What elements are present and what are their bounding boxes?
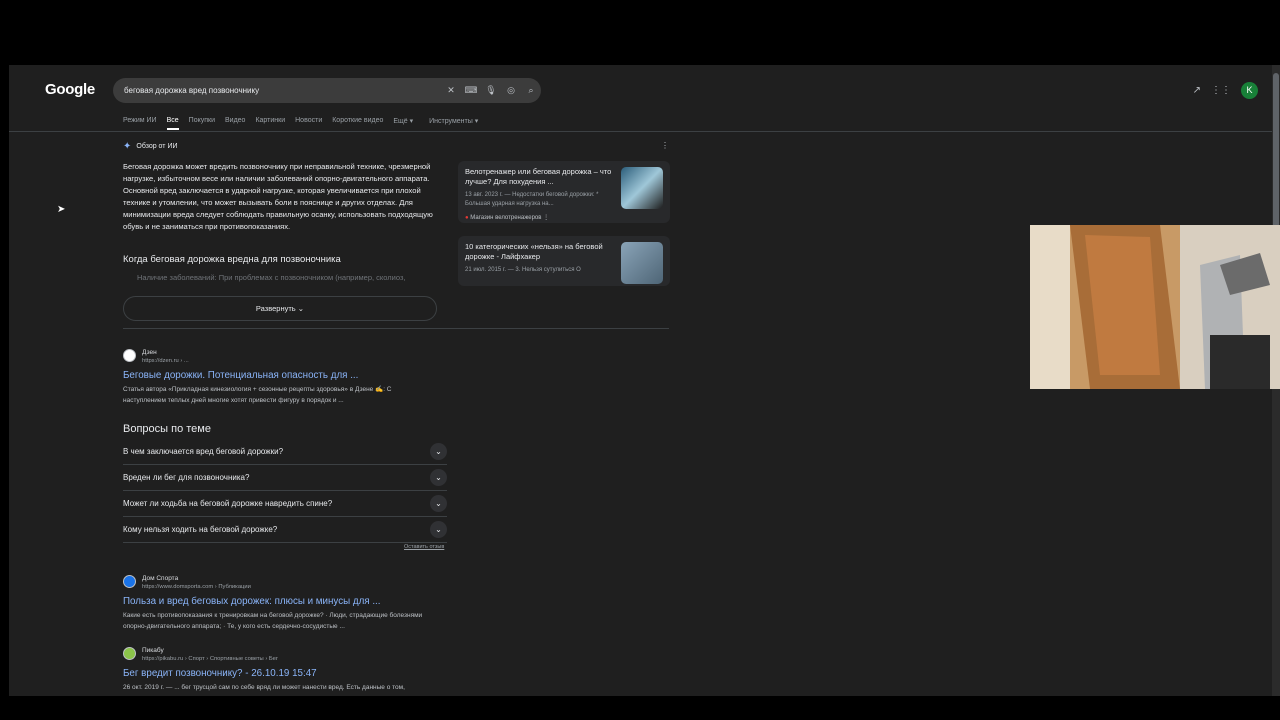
- google-logo[interactable]: Google: [45, 81, 95, 98]
- tab-shopping[interactable]: Покупки: [189, 117, 215, 130]
- chevron-down-icon[interactable]: ⌄: [430, 521, 447, 538]
- more-options-icon[interactable]: ⋮: [661, 141, 669, 150]
- webcam-image: [1030, 225, 1280, 389]
- expand-label: Развернуть: [255, 304, 296, 313]
- result-title-link[interactable]: Польза и вред беговых дорожек: плюсы и м…: [123, 596, 381, 607]
- search-tabs: Режим ИИ Все Покупки Видео Картинки Ново…: [123, 117, 478, 130]
- paa-question[interactable]: Может ли ходьба на беговой дорожке навре…: [123, 491, 447, 517]
- result-title-link[interactable]: Бег вредит позвоночнику? - 26.10.19 15:4…: [123, 668, 317, 679]
- result-url[interactable]: https://pikabu.ru › Спорт › Спортивные с…: [142, 656, 278, 662]
- search-icon[interactable]: ⌕: [521, 85, 541, 96]
- ai-overview-title: Обзор от ИИ: [136, 143, 178, 150]
- search-bar[interactable]: беговая дорожка вред позвоночнику ✕ ⌨ 🎙 …: [113, 78, 541, 103]
- tab-news[interactable]: Новости: [295, 117, 322, 130]
- card-thumbnail: [621, 242, 663, 284]
- result-url[interactable]: https://www.domsporta.com › Публикации: [142, 584, 251, 590]
- result-snippet: Статья автора «Прикладная кинезиология +…: [123, 386, 392, 404]
- card-meta: 21 июл. 2015 г. — 3. Нельзя сутулиться О: [465, 267, 581, 273]
- ai-source-card[interactable]: 10 категорических «нельзя» на беговой до…: [458, 236, 670, 286]
- card-meta: 13 авг. 2023 г. — Недостатки беговой дор…: [465, 192, 599, 207]
- keyboard-icon[interactable]: ⌨: [461, 85, 481, 96]
- feedback-link[interactable]: Оставить отзыв: [404, 544, 444, 550]
- card-title: Велотренажер или беговая дорожка – что л…: [465, 167, 612, 186]
- result-site: Дом Спорта: [142, 575, 179, 582]
- paa-question-text: Кому нельзя ходить на беговой дорожке?: [123, 525, 278, 534]
- paa-question[interactable]: В чем заключается вред беговой дорожки? …: [123, 439, 447, 465]
- tab-ai-mode[interactable]: Режим ИИ: [123, 117, 157, 130]
- share-icon[interactable]: ↗: [1193, 85, 1201, 96]
- tab-short-videos[interactable]: Короткие видео: [332, 117, 383, 130]
- pikabu-icon: [123, 647, 136, 660]
- tab-all[interactable]: Все: [166, 117, 179, 130]
- chevron-down-icon[interactable]: ⌄: [430, 495, 447, 512]
- tab-images[interactable]: Картинки: [255, 117, 285, 130]
- webcam-overlay: [1030, 225, 1280, 389]
- card-title: 10 категорических «нельзя» на беговой до…: [465, 242, 603, 261]
- card-source: ● Магазин велотренажеров ⋮: [465, 215, 550, 221]
- mic-icon[interactable]: 🎙: [481, 85, 501, 96]
- avatar[interactable]: K: [1241, 82, 1258, 99]
- ai-overview-faded-item: Наличие заболеваний: При проблемах с поз…: [137, 273, 406, 282]
- chevron-down-icon[interactable]: ⌄: [430, 469, 447, 486]
- domsporta-icon: [123, 575, 136, 588]
- result-snippet: 26 окт. 2019 г. — ... бег трусцой сам по…: [123, 684, 405, 691]
- tab-video[interactable]: Видео: [225, 117, 245, 130]
- mouse-cursor-icon: ➤: [57, 204, 66, 215]
- people-also-ask-title: Вопросы по теме: [123, 423, 211, 435]
- paa-question-text: В чем заключается вред беговой дорожки?: [123, 447, 284, 456]
- expand-button[interactable]: Развернуть ⌄: [123, 296, 437, 321]
- paa-question[interactable]: Вреден ли бег для позвоночника? ⌄: [123, 465, 447, 491]
- tab-more[interactable]: Ещё ▾: [393, 117, 413, 130]
- header-divider: [9, 131, 1272, 132]
- paa-question-text: Вреден ли бег для позвоночника?: [123, 473, 250, 482]
- chevron-down-icon[interactable]: ⌄: [430, 443, 447, 460]
- ai-overview-divider: [123, 328, 669, 329]
- ai-source-card[interactable]: Велотренажер или беговая дорожка – что л…: [458, 161, 670, 223]
- paa-question-text: Может ли ходьба на беговой дорожке навре…: [123, 499, 333, 508]
- sparkle-icon: ✦: [123, 141, 132, 152]
- lens-icon[interactable]: ◎: [501, 85, 521, 96]
- ai-overview-subheading: Когда беговая дорожка вредна для позвоно…: [123, 254, 341, 265]
- dzen-icon: [123, 349, 136, 362]
- result-snippet: Какие есть противопоказания к тренировка…: [123, 612, 423, 630]
- search-input[interactable]: беговая дорожка вред позвоночнику: [124, 86, 441, 95]
- result-url[interactable]: https://dzen.ru › ...: [142, 358, 189, 364]
- clear-icon[interactable]: ✕: [441, 85, 461, 96]
- card-thumbnail: [621, 167, 663, 209]
- tab-tools[interactable]: Инструменты ▾: [429, 117, 478, 130]
- result-title-link[interactable]: Беговые дорожки. Потенциальная опасность…: [123, 370, 358, 381]
- ai-overview-header: ✦ Обзор от ИИ: [123, 141, 178, 152]
- paa-question[interactable]: Кому нельзя ходить на беговой дорожке? ⌄: [123, 517, 447, 543]
- apps-icon[interactable]: ⋮⋮: [1211, 85, 1231, 96]
- result-site: Дзен: [142, 349, 157, 356]
- header-actions: ↗ ⋮⋮ K: [1193, 82, 1258, 99]
- ai-overview-text: Беговая дорожка может вредить позвоночни…: [123, 162, 433, 231]
- scrollbar-thumb[interactable]: [1273, 73, 1279, 233]
- result-site: Пикабу: [142, 647, 164, 654]
